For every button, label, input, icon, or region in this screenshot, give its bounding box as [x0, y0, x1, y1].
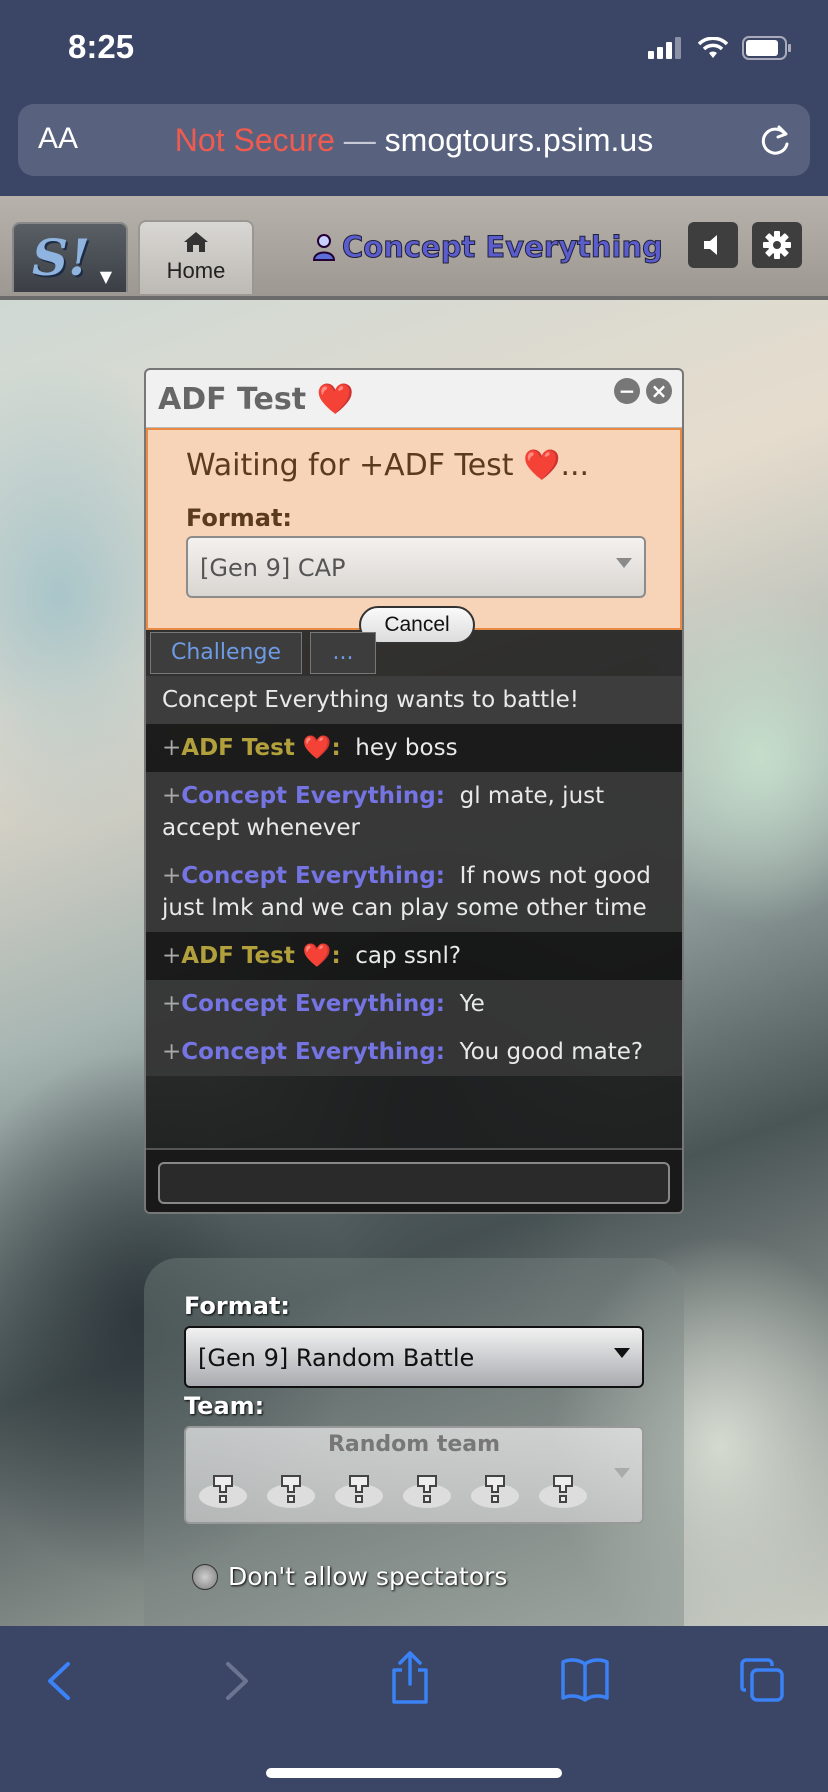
sound-button[interactable] [688, 222, 738, 268]
tab-home[interactable]: Home [138, 220, 254, 294]
chat-message: +Concept Everything: You good mate? [146, 1028, 682, 1076]
chat-username[interactable]: Concept Everything: [181, 863, 445, 889]
pm-window-title-bar[interactable]: ADF Test ❤️ − × [146, 370, 682, 428]
pm-tabs: Challenge ... [146, 632, 682, 676]
home-indicator[interactable] [266, 1768, 562, 1778]
address-bar[interactable]: AA Not Secure — smogtours.psim.us [18, 104, 810, 176]
status-time: 8:25 [68, 28, 135, 65]
user-rank: + [162, 783, 182, 809]
chat-input[interactable] [158, 1162, 670, 1204]
status-icons [648, 36, 792, 60]
chat-message: +ADF Test ❤️: hey boss [146, 724, 682, 772]
forward-icon[interactable] [222, 1656, 252, 1706]
chat-message: +Concept Everything: If nows not good ju… [146, 852, 682, 932]
close-icon[interactable]: × [646, 378, 672, 404]
team-value: Random team [327, 1432, 501, 1457]
battle-format-value: [Gen 9] Random Battle [198, 1344, 475, 1372]
chat-username[interactable]: ADF Test ❤️: [181, 735, 340, 761]
back-icon[interactable] [44, 1656, 74, 1706]
home-tab-label: Home [166, 258, 226, 283]
chat-message: +Concept Everything: gl mate, just accep… [146, 772, 682, 852]
chat-text: cap ssnl? [355, 943, 462, 969]
unknown-pokemon-icon [335, 1475, 383, 1508]
logo: S! [32, 228, 91, 287]
chevron-down-icon [616, 558, 632, 568]
team-label: Team: [184, 1392, 265, 1420]
chat-username[interactable]: Concept Everything: [181, 991, 445, 1017]
chat-username[interactable]: ADF Test ❤️: [181, 943, 340, 969]
user-rank: + [162, 735, 182, 761]
chevron-down-icon: ▼ [99, 267, 112, 286]
settings-button[interactable] [752, 222, 802, 268]
pm-window-title: ADF Test ❤️ [158, 382, 354, 417]
minimize-icon[interactable]: − [614, 378, 640, 404]
chat-text: hey boss [355, 735, 458, 761]
challenge-format-value: [Gen 9] CAP [200, 554, 346, 582]
unknown-pokemon-icon [539, 1475, 587, 1508]
chat-input-area [146, 1148, 682, 1212]
main-menu-button[interactable]: S! ▼ [12, 222, 128, 292]
battle-format-select[interactable]: [Gen 9] Random Battle [184, 1326, 644, 1388]
spectators-option[interactable]: Don't allow spectators [192, 1562, 507, 1591]
tabs-icon[interactable] [738, 1656, 786, 1704]
battle-format-label: Format: [184, 1292, 291, 1320]
url-domain: smogtours.psim.us [384, 122, 654, 158]
system-message: Concept Everything wants to battle! [146, 676, 682, 724]
username: Concept Everything [342, 230, 664, 265]
challenge-tab-button[interactable]: Challenge [150, 632, 302, 674]
chat-message: +ADF Test ❤️: cap ssnl? [146, 932, 682, 980]
user-rank: + [162, 863, 182, 889]
battle-form: Format: [Gen 9] Random Battle Team: Rand… [144, 1258, 684, 1626]
chevron-down-icon [614, 1468, 630, 1478]
more-options-button[interactable]: ... [310, 632, 376, 674]
web-page: S! ▼ Home Concept Everything ADF Test ❤️… [0, 196, 828, 1626]
unknown-pokemon-icon [199, 1475, 247, 1508]
status-bar: 8:25 [0, 0, 828, 98]
chat-message: +Concept Everything: Ye [146, 980, 682, 1028]
url-display[interactable]: Not Secure — smogtours.psim.us [18, 122, 810, 159]
user-rank: + [162, 991, 182, 1017]
spectators-label: Don't allow spectators [228, 1562, 508, 1591]
unknown-pokemon-icon [403, 1475, 451, 1508]
unknown-pokemon-icon [267, 1475, 315, 1508]
team-select[interactable]: Random team [184, 1426, 644, 1524]
user-rank: + [162, 943, 182, 969]
chat-text: Ye [459, 991, 485, 1017]
challenge-format-select[interactable]: [Gen 9] CAP [186, 536, 646, 598]
bookmarks-icon[interactable] [560, 1656, 610, 1702]
waiting-text: Waiting for +ADF Test ❤️... [186, 448, 590, 483]
url-separator: — [343, 122, 376, 158]
chat-log: Concept Everything wants to battle! +ADF… [146, 676, 682, 1076]
share-icon[interactable] [388, 1650, 432, 1706]
challenge-panel: Waiting for +ADF Test ❤️... Format: [Gen… [146, 428, 682, 644]
chat-username[interactable]: Concept Everything: [181, 783, 445, 809]
address-bar-area: AA Not Secure — smogtours.psim.us [0, 98, 828, 196]
chat-text: You good mate? [459, 1039, 644, 1065]
battery-icon [742, 36, 791, 60]
team-pokemon-row [196, 1466, 590, 1512]
signal-icon [648, 37, 681, 59]
speaker-icon [704, 235, 717, 255]
gear-icon [763, 231, 791, 259]
user-rank: + [162, 1039, 182, 1065]
reload-icon[interactable] [758, 122, 792, 158]
pm-window: ADF Test ❤️ − × Waiting for +ADF Test ❤️… [144, 368, 684, 1214]
spectators-checkbox[interactable] [192, 1563, 218, 1590]
user-menu[interactable]: Concept Everything [312, 230, 664, 265]
user-icon [312, 234, 336, 261]
wifi-icon [698, 37, 728, 58]
browser-toolbar [0, 1626, 828, 1792]
unknown-pokemon-icon [471, 1475, 519, 1508]
home-icon [184, 232, 208, 252]
format-label: Format: [186, 504, 293, 532]
chevron-down-icon [614, 1348, 630, 1358]
not-secure-label: Not Secure [174, 122, 335, 158]
site-header: S! ▼ Home Concept Everything [0, 196, 828, 300]
chat-username[interactable]: Concept Everything: [181, 1039, 445, 1065]
